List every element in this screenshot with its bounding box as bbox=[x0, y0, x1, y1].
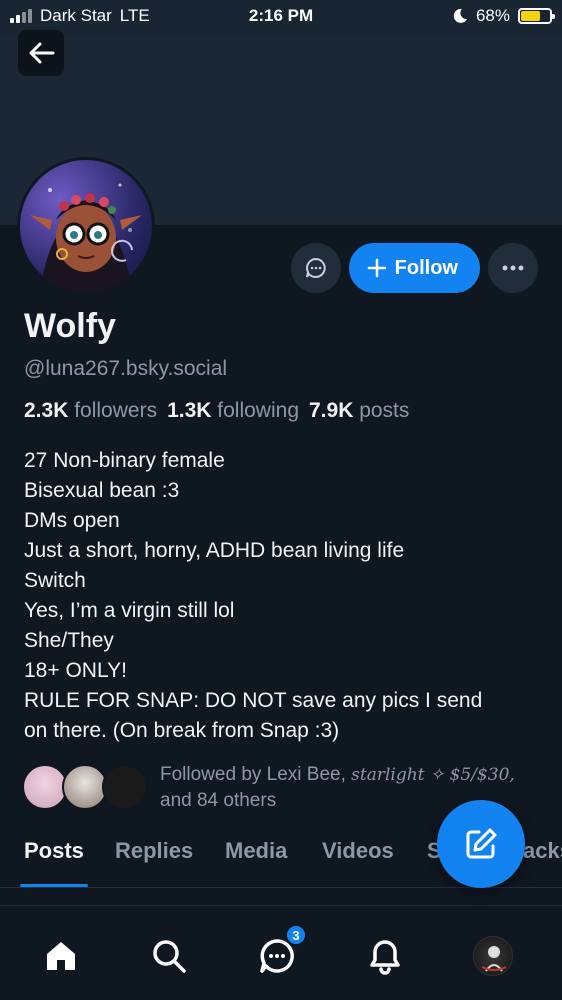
profile-bio: 27 Non-binary female Bisexual bean :3 DM… bbox=[24, 446, 544, 746]
display-name: Wolfy bbox=[24, 307, 116, 345]
bio-line: 18+ ONLY! bbox=[24, 659, 127, 682]
compose-icon bbox=[466, 828, 497, 859]
bio-line: on there. (On break from Snap :3) bbox=[24, 719, 340, 742]
follow-button[interactable]: Follow bbox=[348, 243, 480, 293]
bio-line: Bisexual bean :3 bbox=[24, 479, 180, 502]
profile-handle: @luna267.bsky.social bbox=[24, 357, 228, 380]
following-count: 1.3K bbox=[167, 399, 212, 422]
battery-level bbox=[521, 11, 541, 21]
following-label: following bbox=[217, 399, 299, 422]
chat-bubble-icon bbox=[305, 257, 326, 278]
bio-line: 27 Non-binary female bbox=[24, 449, 225, 472]
tab-replies[interactable]: Replies bbox=[115, 838, 193, 864]
tab-posts[interactable]: Posts bbox=[24, 838, 84, 864]
followers-count: 2.3K bbox=[24, 399, 69, 422]
nav-notifications[interactable] bbox=[363, 934, 407, 978]
bio-line: DMs open bbox=[24, 509, 120, 532]
arrow-left-icon bbox=[29, 42, 55, 64]
home-icon bbox=[47, 942, 75, 970]
back-button[interactable] bbox=[18, 30, 64, 76]
tab-videos[interactable]: Videos bbox=[322, 838, 394, 864]
nav-home[interactable] bbox=[39, 934, 83, 978]
nav-chat[interactable]: 3 bbox=[255, 924, 307, 978]
profile-avatar-small bbox=[473, 936, 513, 976]
followed-by-prefix: Followed by Lexi Bee, bbox=[160, 764, 346, 785]
plus-icon bbox=[367, 258, 386, 278]
bottom-navigation: 3 bbox=[0, 905, 562, 1000]
search-icon bbox=[153, 940, 186, 973]
tab-starter-packs-tail[interactable]: acks bbox=[523, 838, 562, 864]
message-button[interactable] bbox=[290, 243, 341, 293]
profile-stats: 2.3K followers 1.3K following 7.9K posts bbox=[24, 399, 409, 423]
chat-unread-badge: 3 bbox=[285, 924, 307, 946]
bell-icon bbox=[370, 940, 400, 975]
bio-line: She/They bbox=[24, 629, 114, 652]
bio-line: Yes, I’m a virgin still lol bbox=[24, 599, 235, 622]
more-options-button[interactable] bbox=[488, 243, 538, 293]
bio-line: RULE FOR SNAP: DO NOT save any pics I se… bbox=[24, 689, 483, 712]
active-tab-indicator bbox=[20, 884, 88, 887]
nav-search[interactable] bbox=[147, 934, 191, 978]
profile-avatar[interactable] bbox=[17, 157, 155, 295]
posts-stat: 7.9K posts bbox=[309, 399, 409, 423]
followers-label: followers bbox=[74, 399, 158, 422]
battery-percent: 68% bbox=[475, 6, 510, 25]
profile-actions: Follow bbox=[290, 243, 538, 293]
avatar-illustration bbox=[30, 183, 142, 292]
posts-label: posts bbox=[359, 399, 410, 422]
posts-count: 7.9K bbox=[309, 399, 354, 422]
bio-line: Just a short, horny, ADHD bean living li… bbox=[24, 539, 405, 562]
ellipsis-icon bbox=[502, 265, 524, 271]
battery-icon bbox=[518, 8, 555, 24]
follower-avatar bbox=[102, 764, 148, 810]
follow-button-label: Follow bbox=[394, 256, 458, 279]
following-stat[interactable]: 1.3K following bbox=[167, 399, 299, 423]
status-bar: Dark Star LTE 2:16 PM 68% bbox=[0, 0, 562, 34]
followed-by-second-name: starlight ✧ $5/$30, bbox=[351, 765, 515, 785]
followers-stat[interactable]: 2.3K followers bbox=[24, 399, 157, 423]
skeleton-avatar-icon bbox=[481, 946, 507, 972]
tab-media[interactable]: Media bbox=[225, 838, 287, 864]
moon-icon bbox=[453, 8, 467, 23]
bio-line: Switch bbox=[24, 569, 86, 592]
nav-profile[interactable] bbox=[471, 934, 515, 978]
compose-post-button[interactable] bbox=[437, 800, 525, 888]
